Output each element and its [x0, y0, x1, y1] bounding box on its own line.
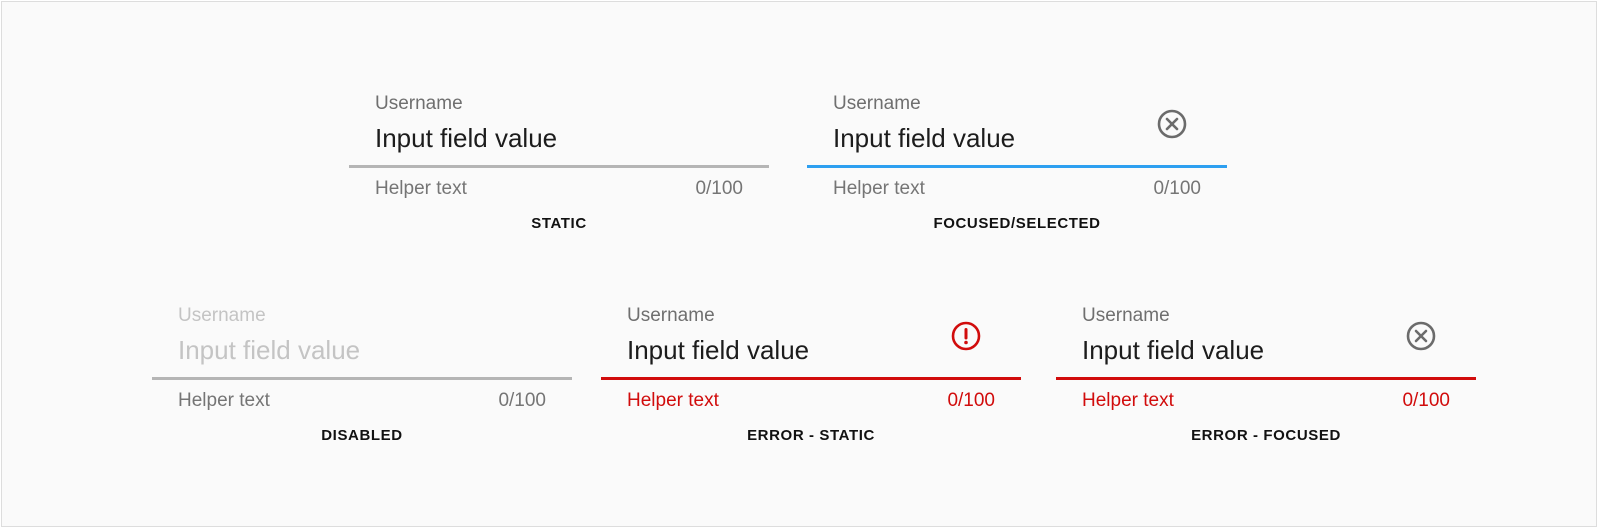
text-field-error-static: Username Input field value Helper text 0… [601, 303, 1021, 453]
canvas: Username Input field value Helper text 0… [1, 1, 1597, 527]
field-input[interactable]: Input field value [833, 121, 1015, 155]
character-counter: 0/100 [1153, 178, 1201, 199]
field-label: Username [627, 305, 715, 326]
field-input[interactable]: Input field value [1082, 333, 1264, 367]
text-field-error-focused: Username Input field value Helper text 0… [1056, 303, 1476, 453]
clear-icon[interactable] [1155, 107, 1189, 141]
helper-text: Helper text [833, 178, 925, 199]
character-counter: 0/100 [695, 178, 743, 199]
field-label: Username [178, 305, 266, 326]
state-caption: ERROR - STATIC [747, 427, 875, 444]
helper-text: Helper text [375, 178, 467, 199]
field-underline [1056, 377, 1476, 380]
text-field-disabled: Username Input field value Helper text 0… [152, 303, 572, 453]
character-counter: 0/100 [498, 390, 546, 411]
helper-text: Helper text [627, 390, 719, 411]
state-caption: FOCUSED/SELECTED [933, 215, 1101, 232]
text-field-focused: Username Input field value Helper text 0… [807, 91, 1227, 241]
helper-text: Helper text [1082, 390, 1174, 411]
field-underline [601, 377, 1021, 380]
text-field-static: Username Input field value Helper text 0… [349, 91, 769, 241]
helper-text: Helper text [178, 390, 270, 411]
state-caption: ERROR - FOCUSED [1191, 427, 1341, 444]
field-input: Input field value [178, 335, 361, 365]
state-caption: DISABLED [321, 427, 403, 444]
field-input[interactable]: Input field value [375, 121, 557, 155]
clear-icon[interactable] [1404, 319, 1438, 353]
field-label: Username [833, 93, 921, 114]
field-label: Username [375, 93, 463, 114]
state-caption: STATIC [531, 215, 587, 232]
field-underline [349, 165, 769, 168]
error-icon [949, 319, 983, 353]
field-underline [807, 165, 1227, 168]
field-underline [152, 377, 572, 380]
character-counter: 0/100 [1402, 390, 1450, 411]
character-counter: 0/100 [947, 390, 995, 411]
field-input[interactable]: Input field value [627, 333, 809, 367]
field-label: Username [1082, 305, 1170, 326]
